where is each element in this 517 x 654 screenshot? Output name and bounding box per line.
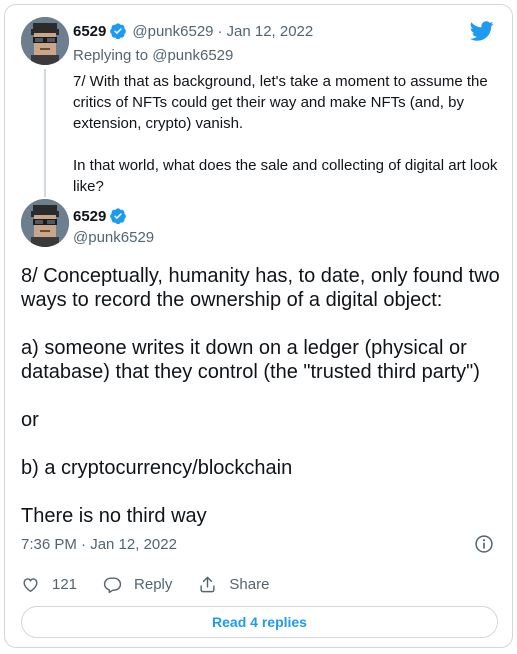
punk-avatar-image — [21, 17, 69, 65]
tweet-timestamp[interactable]: 7:36 PM · Jan 12, 2022 — [21, 536, 177, 553]
display-name[interactable]: 6529 — [73, 23, 106, 40]
replying-to: Replying to @punk6529 — [73, 47, 233, 64]
tweet-paragraph: There is no third way — [21, 505, 207, 527]
read-replies-button[interactable]: Read 4 replies — [21, 606, 498, 638]
reply-button[interactable]: Reply — [103, 575, 172, 594]
verified-badge-icon — [110, 23, 127, 40]
info-icon[interactable] — [474, 534, 494, 554]
separator-dot: · — [217, 22, 223, 40]
tweet-paragraph: 7/ With that as background, let's take a… — [73, 73, 488, 132]
reply-label: Reply — [134, 576, 173, 593]
tweet-actions: 121 Reply Share — [21, 575, 295, 594]
user-handle[interactable]: @punk6529 — [73, 229, 154, 246]
tweet-paragraph: a) someone writes it down on a ledger (p… — [21, 337, 480, 383]
tweet-embed-card: 6529 @punk6529 · Jan 12, 2022 Replying t… — [4, 4, 513, 648]
parent-tweet-header: 6529 @punk6529 · Jan 12, 2022 — [73, 22, 313, 40]
tweet-paragraph: 8/ Conceptually, humanity has, to date, … — [21, 265, 500, 311]
avatar[interactable] — [21, 17, 69, 65]
share-label: Share — [229, 576, 270, 593]
thread-connector-line — [44, 69, 46, 197]
like-button[interactable]: 121 — [21, 575, 77, 594]
punk-avatar-image — [21, 199, 69, 247]
replying-prefix: Replying to — [73, 47, 149, 64]
share-icon — [200, 576, 215, 593]
like-count: 121 — [52, 576, 78, 593]
avatar[interactable] — [21, 199, 69, 247]
tweet-date[interactable]: Jan 12, 2022 — [227, 23, 314, 40]
share-button[interactable]: Share — [198, 575, 269, 594]
tweet-paragraph: In that world, what does the sale and co… — [73, 157, 498, 195]
tweet-paragraph: b) a cryptocurrency/blockchain — [21, 457, 293, 479]
tweet-paragraph: or — [21, 409, 39, 431]
main-tweet-text: 8/ Conceptually, humanity has, to date, … — [21, 264, 511, 528]
replying-mention-link[interactable]: @punk6529 — [152, 47, 233, 64]
user-handle[interactable]: @punk6529 — [132, 23, 213, 40]
parent-tweet-text: 7/ With that as background, let's take a… — [73, 71, 508, 197]
main-tweet-header: 6529 — [73, 207, 132, 225]
twitter-bird-icon[interactable] — [470, 19, 494, 43]
reply-icon — [103, 577, 122, 594]
display-name[interactable]: 6529 — [73, 208, 106, 225]
verified-badge-icon — [110, 208, 127, 225]
heart-icon — [23, 578, 38, 593]
